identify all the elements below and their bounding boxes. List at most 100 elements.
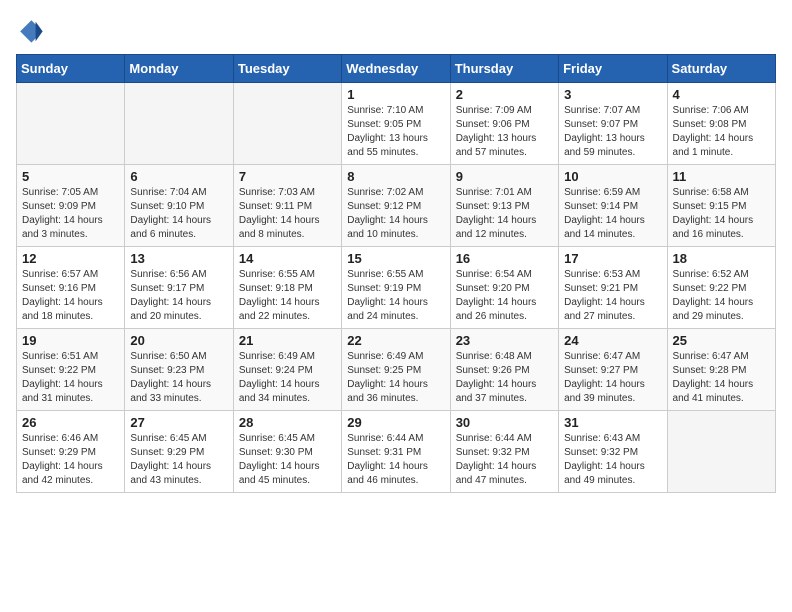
day-info: Sunrise: 6:48 AMSunset: 9:26 PMDaylight:… [456, 350, 553, 406]
day-info: Sunrise: 6:43 AMSunset: 9:32 PMDaylight:… [564, 432, 661, 488]
day-number: 30 [456, 415, 553, 430]
day-cell: 31 Sunrise: 6:43 AMSunset: 9:32 PMDayligh… [559, 411, 667, 493]
day-info: Sunrise: 7:04 AMSunset: 9:10 PMDaylight:… [130, 186, 227, 242]
day-number: 27 [130, 415, 227, 430]
day-info: Sunrise: 7:05 AMSunset: 9:09 PMDaylight:… [22, 186, 119, 242]
day-cell: 15Sunrise: 6:55 AMSunset: 9:19 PMDayligh… [342, 247, 450, 329]
day-cell [233, 83, 341, 165]
day-number: 16 [456, 251, 553, 266]
day-number: 7 [239, 169, 336, 184]
day-info: Sunrise: 7:01 AMSunset: 9:13 PMDaylight:… [456, 186, 553, 242]
day-cell: 28 Sunrise: 6:45 AMSunset: 9:30 PMDayligh… [233, 411, 341, 493]
col-header-tuesday: Tuesday [233, 55, 341, 83]
day-cell: 21 Sunrise: 6:49 AMSunset: 9:24 PMDayligh… [233, 329, 341, 411]
col-header-monday: Monday [125, 55, 233, 83]
day-cell: 8 Sunrise: 7:02 AMSunset: 9:12 PMDaylight… [342, 165, 450, 247]
week-row-2: 5 Sunrise: 7:05 AMSunset: 9:09 PMDaylight… [17, 165, 776, 247]
day-number: 19 [22, 333, 119, 348]
day-number: 13 [130, 251, 227, 266]
week-row-1: 1 Sunrise: 7:10 AMSunset: 9:05 PMDaylight… [17, 83, 776, 165]
day-cell: 11 Sunrise: 6:58 AMSunset: 9:15 PMDayligh… [667, 165, 775, 247]
day-number: 20 [130, 333, 227, 348]
day-number: 29 [347, 415, 444, 430]
week-row-5: 26 Sunrise: 6:46 AMSunset: 9:29 PMDayligh… [17, 411, 776, 493]
day-cell: 4Sunrise: 7:06 AMSunset: 9:08 PMDaylight… [667, 83, 775, 165]
day-cell: 26 Sunrise: 6:46 AMSunset: 9:29 PMDayligh… [17, 411, 125, 493]
day-cell: 6 Sunrise: 7:04 AMSunset: 9:10 PMDaylight… [125, 165, 233, 247]
day-number: 21 [239, 333, 336, 348]
day-info: Sunrise: 6:49 AMSunset: 9:25 PMDaylight:… [347, 350, 444, 406]
day-info: Sunrise: 6:58 AMSunset: 9:15 PMDaylight:… [673, 186, 770, 242]
day-number: 1 [347, 87, 444, 102]
day-number: 4 [673, 87, 770, 102]
day-cell: 23 Sunrise: 6:48 AMSunset: 9:26 PMDayligh… [450, 329, 558, 411]
day-info: Sunrise: 6:53 AMSunset: 9:21 PMDaylight:… [564, 268, 661, 324]
day-info: Sunrise: 7:07 AMSunset: 9:07 PMDaylight:… [564, 104, 661, 160]
day-info: Sunrise: 6:47 AMSunset: 9:28 PMDaylight:… [673, 350, 770, 406]
day-number: 5 [22, 169, 119, 184]
day-number: 12 [22, 251, 119, 266]
day-number: 22 [347, 333, 444, 348]
day-info: Sunrise: 6:44 AMSunset: 9:32 PMDaylight:… [456, 432, 553, 488]
day-info: Sunrise: 6:49 AMSunset: 9:24 PMDaylight:… [239, 350, 336, 406]
day-info: Sunrise: 6:45 AMSunset: 9:30 PMDaylight:… [239, 432, 336, 488]
day-cell: 10Sunrise: 6:59 AMSunset: 9:14 PMDayligh… [559, 165, 667, 247]
day-cell: 13 Sunrise: 6:56 AMSunset: 9:17 PMDayligh… [125, 247, 233, 329]
col-header-saturday: Saturday [667, 55, 775, 83]
day-number: 24 [564, 333, 661, 348]
day-info: Sunrise: 6:46 AMSunset: 9:29 PMDaylight:… [22, 432, 119, 488]
day-info: Sunrise: 6:56 AMSunset: 9:17 PMDaylight:… [130, 268, 227, 324]
col-header-sunday: Sunday [17, 55, 125, 83]
day-number: 25 [673, 333, 770, 348]
day-cell: 20Sunrise: 6:50 AMSunset: 9:23 PMDayligh… [125, 329, 233, 411]
day-cell: 2 Sunrise: 7:09 AMSunset: 9:06 PMDaylight… [450, 83, 558, 165]
day-cell: 24 Sunrise: 6:47 AMSunset: 9:27 PMDayligh… [559, 329, 667, 411]
day-number: 11 [673, 169, 770, 184]
day-cell: 27Sunrise: 6:45 AMSunset: 9:29 PMDayligh… [125, 411, 233, 493]
day-info: Sunrise: 6:59 AMSunset: 9:14 PMDaylight:… [564, 186, 661, 242]
day-info: Sunrise: 6:57 AMSunset: 9:16 PMDaylight:… [22, 268, 119, 324]
day-info: Sunrise: 7:10 AMSunset: 9:05 PMDaylight:… [347, 104, 444, 160]
day-cell: 7Sunrise: 7:03 AMSunset: 9:11 PMDaylight… [233, 165, 341, 247]
day-number: 14 [239, 251, 336, 266]
week-row-3: 12 Sunrise: 6:57 AMSunset: 9:16 PMDayligh… [17, 247, 776, 329]
day-cell: 18 Sunrise: 6:52 AMSunset: 9:22 PMDayligh… [667, 247, 775, 329]
day-number: 17 [564, 251, 661, 266]
day-number: 8 [347, 169, 444, 184]
calendar-table: SundayMondayTuesdayWednesdayThursdayFrid… [16, 54, 776, 493]
col-header-wednesday: Wednesday [342, 55, 450, 83]
day-number: 9 [456, 169, 553, 184]
day-cell: 22 Sunrise: 6:49 AMSunset: 9:25 PMDayligh… [342, 329, 450, 411]
day-cell [17, 83, 125, 165]
day-cell: 12 Sunrise: 6:57 AMSunset: 9:16 PMDayligh… [17, 247, 125, 329]
day-info: Sunrise: 6:52 AMSunset: 9:22 PMDaylight:… [673, 268, 770, 324]
day-info: Sunrise: 6:55 AMSunset: 9:18 PMDaylight:… [239, 268, 336, 324]
day-cell: 19 Sunrise: 6:51 AMSunset: 9:22 PMDayligh… [17, 329, 125, 411]
logo-icon [16, 16, 44, 44]
day-number: 26 [22, 415, 119, 430]
day-number: 28 [239, 415, 336, 430]
week-row-4: 19 Sunrise: 6:51 AMSunset: 9:22 PMDayligh… [17, 329, 776, 411]
day-number: 3 [564, 87, 661, 102]
day-info: Sunrise: 7:02 AMSunset: 9:12 PMDaylight:… [347, 186, 444, 242]
day-number: 2 [456, 87, 553, 102]
day-number: 15 [347, 251, 444, 266]
day-number: 18 [673, 251, 770, 266]
col-header-thursday: Thursday [450, 55, 558, 83]
day-number: 23 [456, 333, 553, 348]
day-cell: 14 Sunrise: 6:55 AMSunset: 9:18 PMDayligh… [233, 247, 341, 329]
header-row: SundayMondayTuesdayWednesdayThursdayFrid… [17, 55, 776, 83]
day-number: 31 [564, 415, 661, 430]
day-info: Sunrise: 7:09 AMSunset: 9:06 PMDaylight:… [456, 104, 553, 160]
day-number: 6 [130, 169, 227, 184]
day-info: Sunrise: 6:47 AMSunset: 9:27 PMDaylight:… [564, 350, 661, 406]
logo [16, 16, 48, 44]
day-cell [125, 83, 233, 165]
day-cell: 17 Sunrise: 6:53 AMSunset: 9:21 PMDayligh… [559, 247, 667, 329]
day-cell: 16Sunrise: 6:54 AMSunset: 9:20 PMDayligh… [450, 247, 558, 329]
day-cell: 5 Sunrise: 7:05 AMSunset: 9:09 PMDaylight… [17, 165, 125, 247]
day-cell: 9 Sunrise: 7:01 AMSunset: 9:13 PMDaylight… [450, 165, 558, 247]
day-info: Sunrise: 6:51 AMSunset: 9:22 PMDaylight:… [22, 350, 119, 406]
header [16, 16, 776, 44]
day-cell: 1 Sunrise: 7:10 AMSunset: 9:05 PMDaylight… [342, 83, 450, 165]
